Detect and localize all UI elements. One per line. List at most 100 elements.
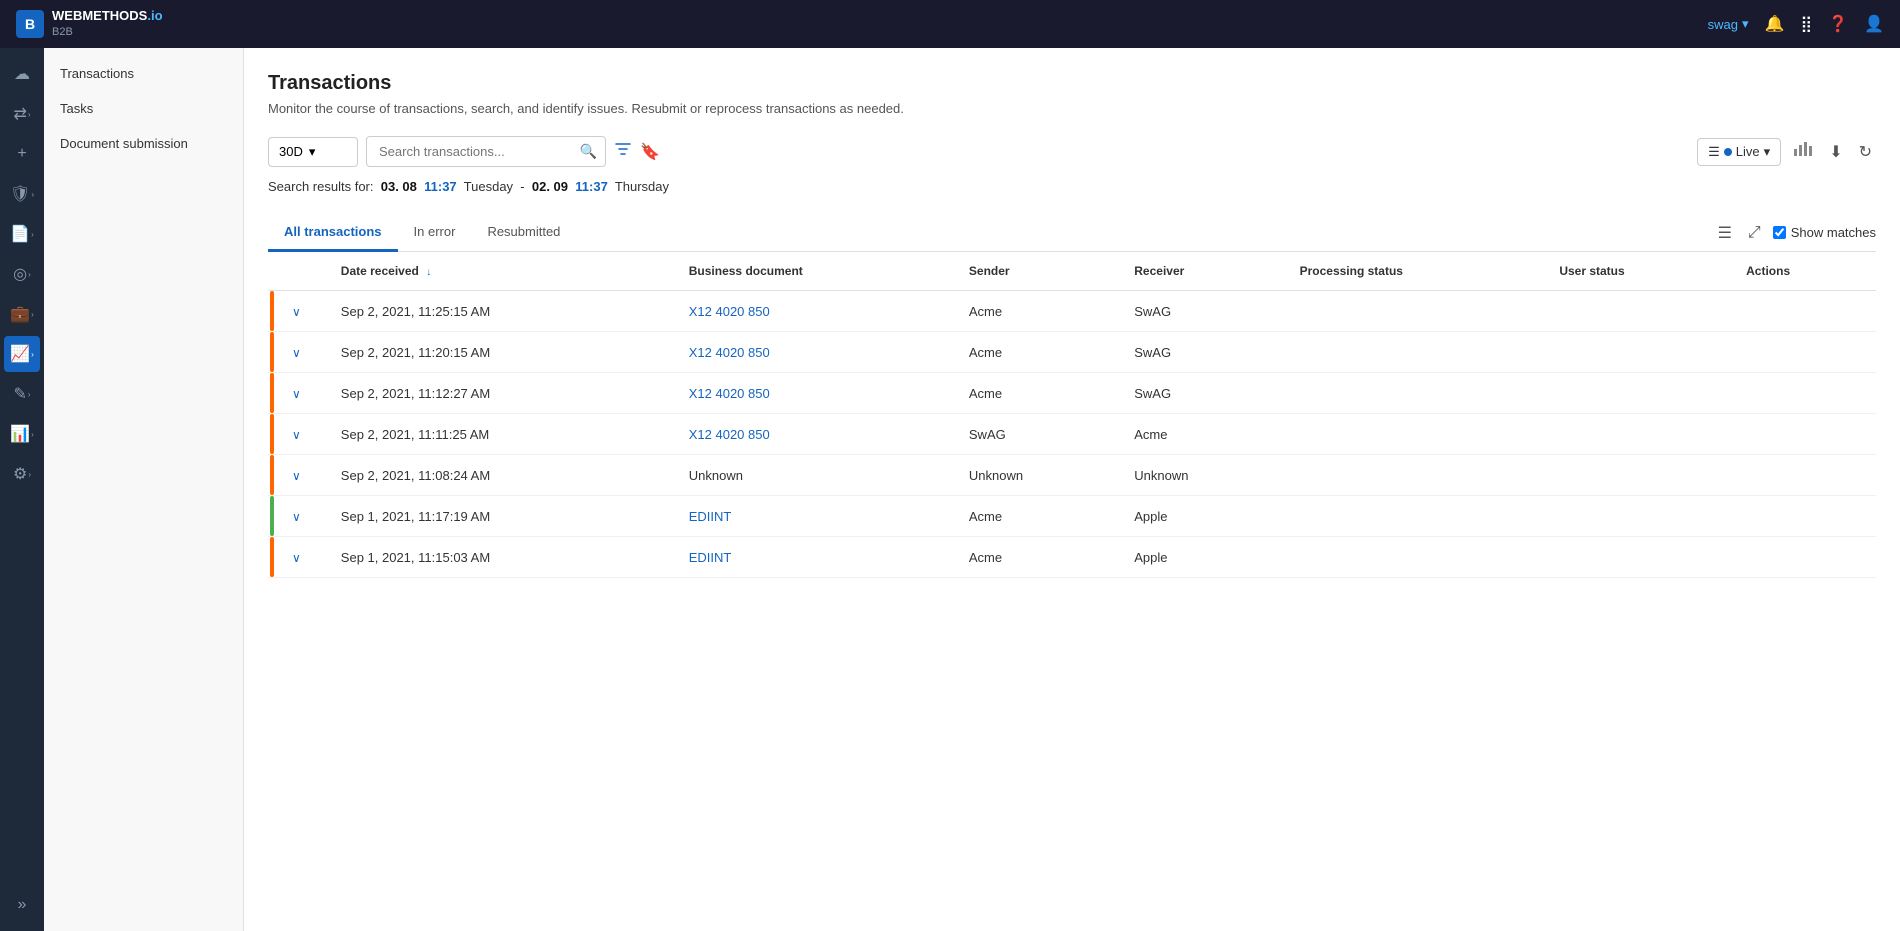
transactions-table-container: Date received ↓ Business document Sender… (268, 252, 1876, 578)
sidebar-item-edit[interactable]: ✎ › (4, 376, 40, 412)
row-receiver: SwAG (1118, 291, 1283, 332)
row-expand-chevron[interactable]: ∨ (292, 387, 301, 401)
tab-resubmitted[interactable]: Resubmitted (471, 214, 576, 252)
row-expand-chevron[interactable]: ∨ (292, 428, 301, 442)
settings-icon: ⚙ (13, 464, 27, 484)
row-document: X12 4020 850 (673, 332, 953, 373)
chart-icon[interactable] (1789, 137, 1817, 166)
sidebar-menu-item-document-submission[interactable]: Document submission (44, 126, 243, 161)
document-link[interactable]: X12 4020 850 (689, 304, 770, 319)
row-indicator-cell (268, 455, 276, 496)
document-link[interactable]: X12 4020 850 (689, 345, 770, 360)
live-dot (1724, 148, 1732, 156)
row-receiver: Apple (1118, 537, 1283, 578)
username-button[interactable]: swag ▾ (1708, 16, 1749, 32)
sidebar-expand-button[interactable]: » (4, 887, 40, 923)
row-expand-chevron[interactable]: ∨ (292, 469, 301, 483)
row-sender: Acme (953, 496, 1118, 537)
row-date: Sep 2, 2021, 11:25:15 AM (325, 291, 673, 332)
add-icon: + (17, 145, 26, 163)
sidebar-menu-item-tasks[interactable]: Tasks (44, 91, 243, 126)
sidebar-item-add[interactable]: + (4, 136, 40, 172)
sidebar-narrow: ☁ ⇄ › + 🛡 › 📄 › ◎ › 💼 › 📈 › ✎ (0, 48, 44, 931)
list-view-icon[interactable]: ☰ (1714, 219, 1736, 247)
top-controls: ☰ Live ▾ ⬇ ↻ (1697, 137, 1876, 166)
apps-grid-icon[interactable]: ⣿ (1800, 14, 1812, 34)
status-indicator (270, 373, 274, 413)
row-receiver: SwAG (1118, 332, 1283, 373)
row-actions (1730, 414, 1876, 455)
row-expand-cell: ∨ (276, 537, 325, 578)
sidebar-item-exchange[interactable]: ⇄ › (4, 96, 40, 132)
th-indicator (268, 252, 276, 291)
sidebar-item-report[interactable]: 📊 › (4, 416, 40, 452)
row-expand-chevron[interactable]: ∨ (292, 510, 301, 524)
live-button[interactable]: ☰ Live ▾ (1697, 138, 1781, 166)
sidebar-item-briefcase[interactable]: 💼 › (4, 296, 40, 332)
row-user-status (1543, 537, 1730, 578)
table-row: ∨ Sep 1, 2021, 11:17:19 AM EDIINT Acme A… (268, 496, 1876, 537)
row-expand-chevron[interactable]: ∨ (292, 305, 301, 319)
chevron-right-icon: › (28, 110, 31, 119)
document-link[interactable]: EDIINT (689, 509, 732, 524)
tab-in-error[interactable]: In error (398, 214, 472, 252)
search-bar: 30D ▾ 🔍 🔖 ☰ Live ▾ (268, 136, 1876, 167)
row-date: Sep 2, 2021, 11:20:15 AM (325, 332, 673, 373)
filter-icon[interactable] (614, 140, 632, 163)
row-processing-status (1284, 455, 1544, 496)
briefcase-icon: 💼 (10, 304, 30, 324)
download-icon[interactable]: ⬇ (1825, 138, 1846, 166)
table-body: ∨ Sep 2, 2021, 11:25:15 AM X12 4020 850 … (268, 291, 1876, 578)
search-input[interactable] (375, 137, 580, 166)
main-layout: ☁ ⇄ › + 🛡 › 📄 › ◎ › 💼 › 📈 › ✎ (0, 48, 1900, 931)
row-expand-chevron[interactable]: ∨ (292, 346, 301, 360)
sidebar-menu-item-transactions[interactable]: Transactions (44, 56, 243, 91)
row-expand-chevron[interactable]: ∨ (292, 551, 301, 565)
refresh-icon[interactable]: ↻ (1855, 138, 1876, 166)
notifications-icon[interactable]: 🔔 (1765, 14, 1785, 34)
row-processing-status (1284, 373, 1544, 414)
tab-all-transactions[interactable]: All transactions (268, 214, 398, 252)
row-date: Sep 2, 2021, 11:12:27 AM (325, 373, 673, 414)
bookmark-icon[interactable]: 🔖 (640, 142, 660, 162)
table-header-row: Date received ↓ Business document Sender… (268, 252, 1876, 291)
sidebar-item-settings[interactable]: ⚙ › (4, 456, 40, 492)
brand-sub: B2B (52, 25, 163, 39)
row-indicator-cell (268, 496, 276, 537)
expand-view-icon[interactable]: ⤢ (1744, 220, 1765, 246)
profile-icon[interactable]: 👤 (1864, 14, 1884, 34)
sidebar-item-analytics[interactable]: 📈 › (4, 336, 40, 372)
target-icon: ◎ (13, 264, 27, 284)
show-matches-checkbox[interactable] (1773, 226, 1786, 239)
search-icon[interactable]: 🔍 (580, 143, 597, 160)
row-user-status (1543, 455, 1730, 496)
content-area: Transactions Monitor the course of trans… (244, 48, 1900, 931)
row-date: Sep 2, 2021, 11:08:24 AM (325, 455, 673, 496)
page-description: Monitor the course of transactions, sear… (268, 101, 1876, 116)
document-link[interactable]: X12 4020 850 (689, 386, 770, 401)
chevron-down-icon: ▾ (1742, 16, 1749, 32)
document-link[interactable]: EDIINT (689, 550, 732, 565)
table-row: ∨ Sep 2, 2021, 11:08:24 AM Unknown Unkno… (268, 455, 1876, 496)
document-link[interactable]: X12 4020 850 (689, 427, 770, 442)
chevron-right-icon-2: › (31, 190, 34, 199)
sidebar-item-shield[interactable]: 🛡 › (4, 176, 40, 212)
sort-down-icon[interactable]: ↓ (426, 267, 431, 278)
sidebar-item-cloud[interactable]: ☁ (4, 56, 40, 92)
row-actions (1730, 291, 1876, 332)
help-icon[interactable]: ❓ (1828, 14, 1848, 34)
show-matches-label[interactable]: Show matches (1773, 225, 1876, 240)
analytics-icon: 📈 (10, 344, 30, 364)
row-user-status (1543, 291, 1730, 332)
row-actions (1730, 455, 1876, 496)
row-actions (1730, 373, 1876, 414)
sidebar-item-target[interactable]: ◎ › (4, 256, 40, 292)
sidebar-item-document[interactable]: 📄 › (4, 216, 40, 252)
date-range-select[interactable]: 30D ▾ (268, 137, 358, 167)
chevron-right-icon-3: › (31, 230, 34, 239)
row-document: X12 4020 850 (673, 373, 953, 414)
row-date: Sep 1, 2021, 11:15:03 AM (325, 537, 673, 578)
row-processing-status (1284, 537, 1544, 578)
tabs-row: All transactions In error Resubmitted ☰ … (268, 214, 1876, 252)
row-user-status (1543, 414, 1730, 455)
